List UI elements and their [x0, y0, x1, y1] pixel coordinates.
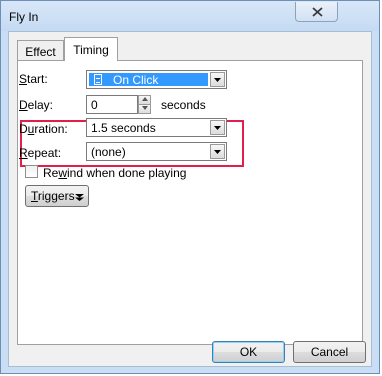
repeat-dropdown-button[interactable] — [210, 144, 225, 159]
tab-effect[interactable]: Effect — [17, 40, 64, 60]
chevron-down-icon — [214, 150, 221, 154]
close-icon — [312, 7, 323, 17]
repeat-select[interactable]: (none) — [86, 142, 227, 161]
delay-input[interactable]: 0 — [86, 95, 138, 114]
close-button[interactable] — [295, 2, 338, 22]
rewind-label[interactable]: Rewind when done playing — [43, 166, 186, 180]
title-bar[interactable]: Fly In — [1, 1, 379, 31]
delay-unit-label: seconds — [161, 98, 206, 112]
triggers-button[interactable]: Triggers — [25, 185, 89, 207]
ok-button[interactable]: OK — [212, 341, 285, 363]
rewind-checkbox[interactable] — [25, 165, 38, 178]
start-select[interactable]: On Click — [86, 70, 227, 89]
start-select-highlight: On Click — [89, 73, 208, 87]
start-select-value: On Click — [113, 73, 159, 87]
cancel-button[interactable]: Cancel — [293, 341, 366, 363]
triggers-label: Triggers — [31, 189, 75, 203]
delay-spin-down[interactable] — [138, 104, 151, 114]
delay-label: Delay: — [19, 98, 54, 112]
duration-select-value: 1.5 seconds — [91, 121, 156, 135]
start-dropdown-button[interactable] — [210, 72, 225, 87]
delay-input-value: 0 — [91, 98, 98, 112]
start-label: Start: — [19, 72, 48, 86]
chevron-down-icon — [214, 126, 221, 130]
duration-label: Duration: — [19, 122, 68, 136]
chevron-down-icon — [214, 78, 221, 82]
duration-select[interactable]: 1.5 seconds — [86, 118, 227, 137]
duration-dropdown-button[interactable] — [210, 120, 225, 135]
arrow-up-icon — [142, 97, 148, 101]
double-chevron-down-icon — [75, 194, 84, 201]
dialog-window: Fly In Effect Timing Start: On Click Del… — [0, 0, 380, 374]
arrow-down-icon — [142, 106, 148, 110]
repeat-label: Repeat: — [19, 146, 62, 160]
repeat-select-value: (none) — [91, 145, 126, 159]
slide-icon — [94, 74, 102, 85]
tab-timing[interactable]: Timing — [64, 37, 118, 61]
window-title: Fly In — [9, 10, 39, 24]
dialog-client-area: Effect Timing Start: On Click Delay: 0 s… — [8, 31, 372, 367]
